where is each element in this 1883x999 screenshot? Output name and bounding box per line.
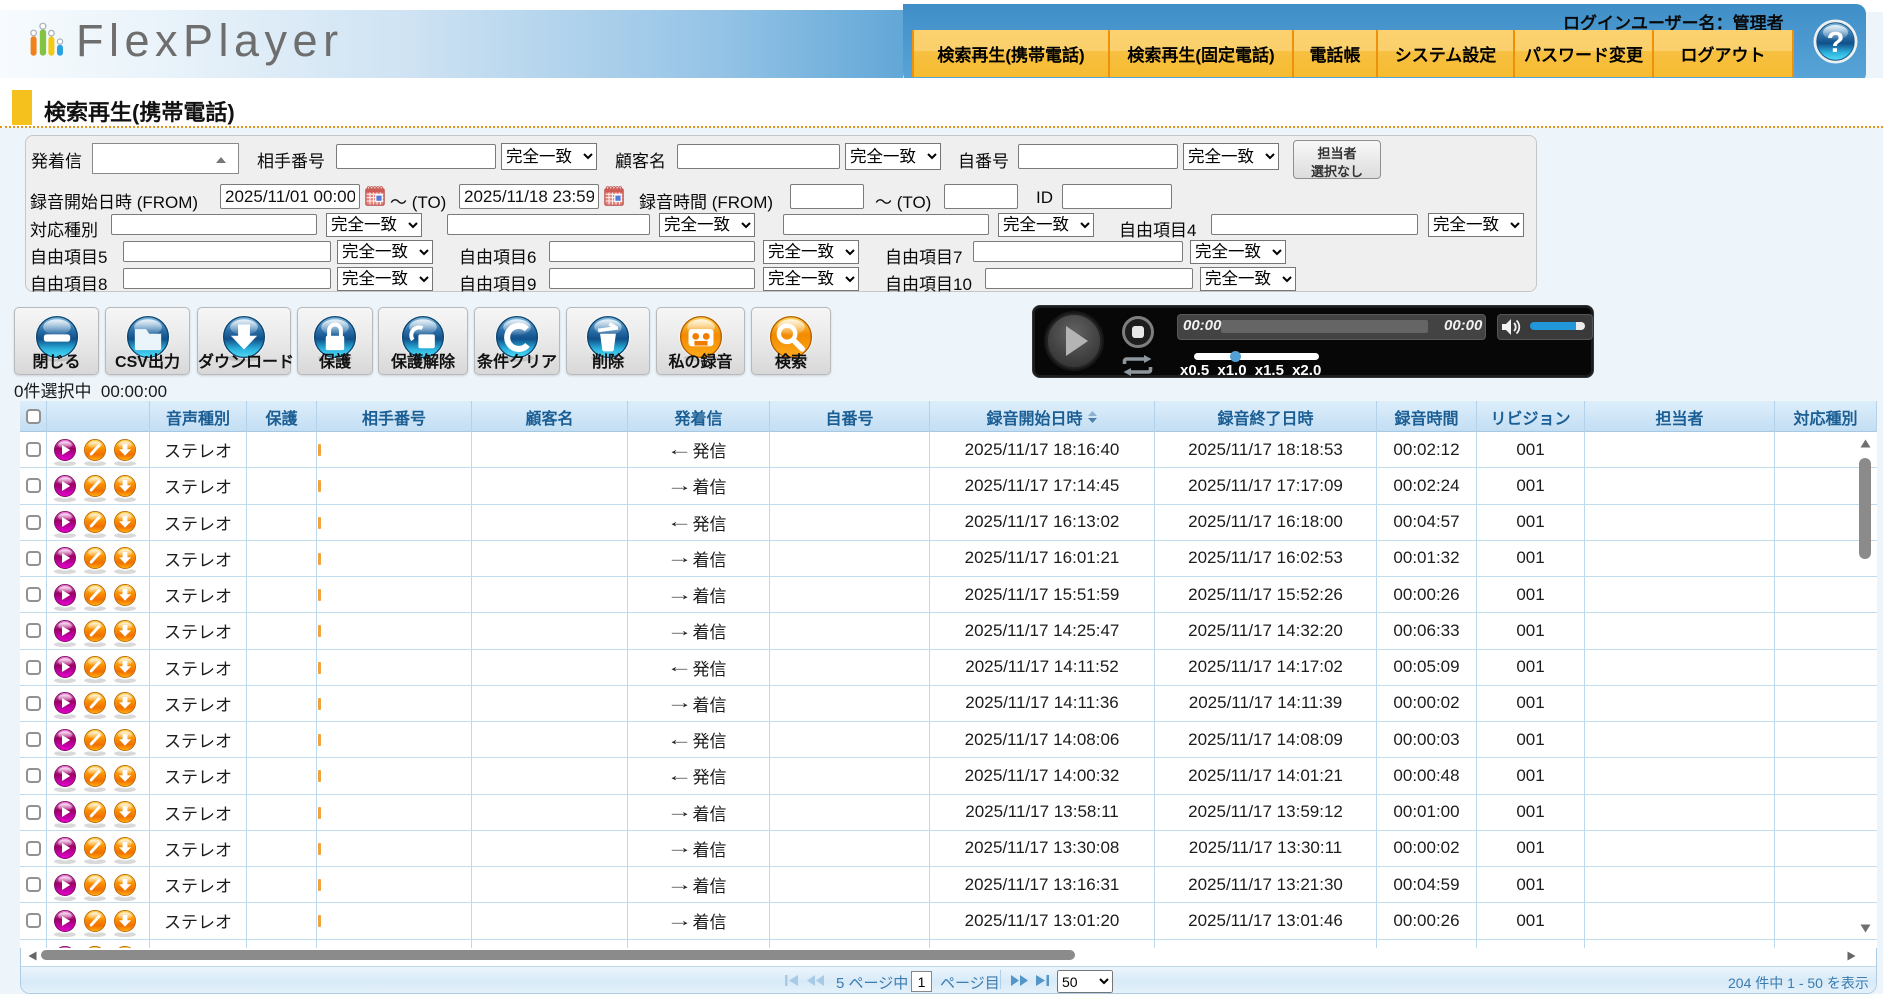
svg-text:?: ? xyxy=(1827,27,1845,59)
